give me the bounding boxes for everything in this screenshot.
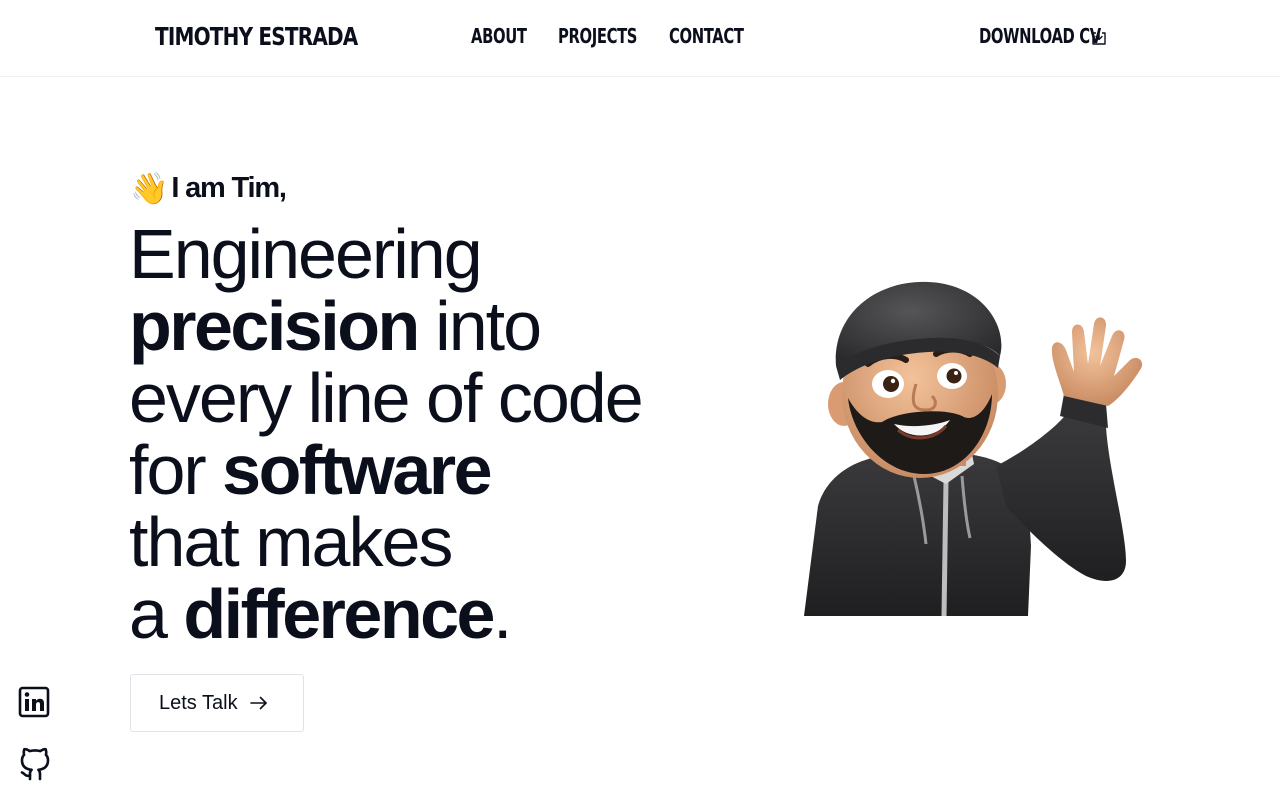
- greeting-text: I am Tim,: [171, 172, 287, 204]
- download-cv-label: DOWNLOAD CV: [979, 24, 1101, 48]
- github-icon: [20, 747, 50, 781]
- headline-text: into: [417, 287, 542, 365]
- headline-bold-precision: precision: [129, 287, 420, 365]
- headline-line-2: precision into: [129, 290, 749, 362]
- linkedin-link[interactable]: [18, 686, 50, 723]
- github-link[interactable]: [18, 743, 52, 786]
- headline-text: every line of code: [129, 359, 644, 437]
- nav-contact[interactable]: CONTACT: [669, 24, 744, 48]
- linkedin-icon: [18, 686, 50, 718]
- lets-talk-label: Lets Talk: [159, 691, 238, 714]
- headline-line-5: that makes: [129, 506, 749, 578]
- hero-headline: Engineering precision into every line of…: [129, 218, 749, 650]
- headline-text: a: [129, 575, 184, 653]
- headline-text: .: [492, 575, 513, 653]
- greeting: 👋 I am Tim,: [130, 170, 287, 207]
- waving-hand-icon: 👋: [130, 171, 169, 206]
- headline-text: Engineering: [129, 215, 483, 293]
- nav-about[interactable]: ABOUT: [471, 24, 535, 48]
- headline-line-4: for software: [129, 434, 749, 506]
- headline-bold-difference: difference: [183, 575, 495, 653]
- arrow-right-icon: [249, 696, 267, 710]
- nav-projects[interactable]: PROJECTS: [558, 24, 640, 48]
- lets-talk-button[interactable]: Lets Talk: [130, 674, 304, 732]
- headline-line-6: a difference.: [129, 578, 749, 650]
- headline-line-3: every line of code: [129, 362, 749, 434]
- memoji-avatar: [804, 281, 1143, 617]
- headline-text: that makes: [129, 503, 453, 581]
- main-nav: ABOUT PROJECTS CONTACT: [471, 24, 759, 48]
- headline-bold-software: software: [222, 431, 492, 509]
- site-header: TIMOTHY ESTRADA ABOUT PROJECTS CONTACT D…: [0, 0, 1280, 77]
- headline-line-1: Engineering: [129, 218, 749, 290]
- brand-logo[interactable]: TIMOTHY ESTRADA: [155, 22, 358, 51]
- headline-text: for: [129, 431, 223, 509]
- download-cv-button[interactable]: DOWNLOAD CV: [979, 24, 1107, 48]
